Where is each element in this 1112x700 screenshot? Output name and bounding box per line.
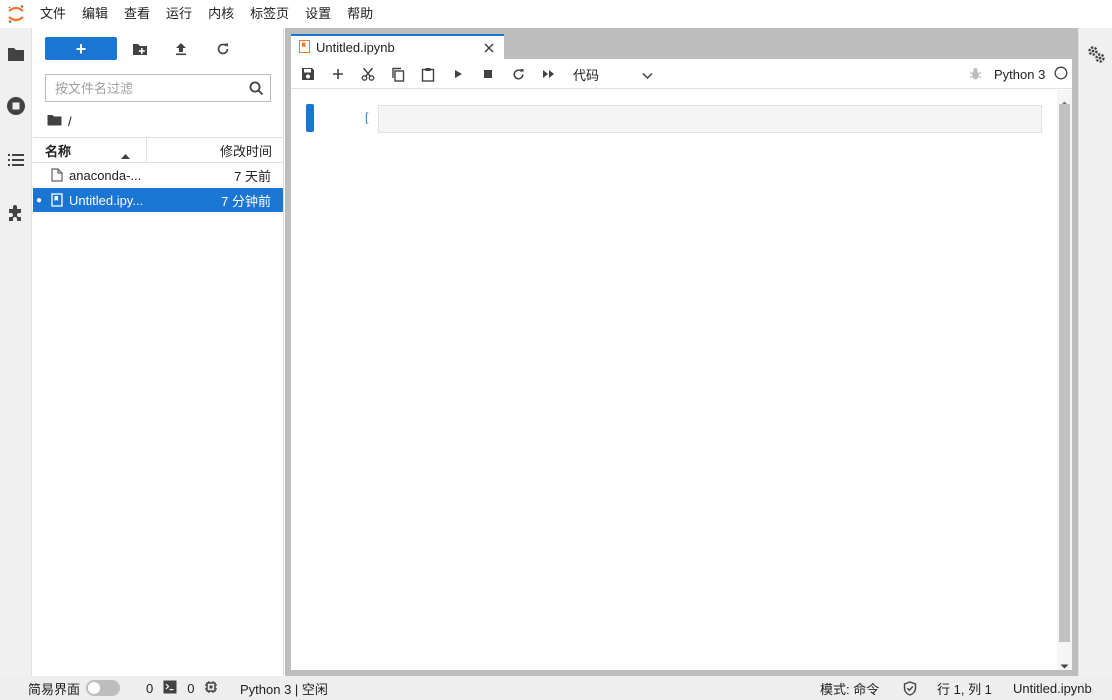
code-cell[interactable]: [ ]: bbox=[306, 104, 1042, 134]
column-header-name[interactable]: 名称 bbox=[33, 138, 147, 162]
tab-untitled-ipynb[interactable]: Untitled.ipynb bbox=[291, 34, 504, 59]
jupyter-logo-icon bbox=[0, 0, 32, 28]
upload-icon bbox=[176, 43, 186, 56]
copy-icon[interactable] bbox=[386, 63, 410, 85]
new-folder-icon bbox=[133, 44, 147, 55]
fast-forward-icon[interactable] bbox=[536, 63, 560, 85]
cell-collapser[interactable] bbox=[306, 104, 314, 132]
refresh-icon bbox=[217, 43, 229, 55]
menu-file[interactable]: 文件 bbox=[32, 0, 74, 28]
cell-editor[interactable] bbox=[378, 105, 1042, 133]
notebook-icon bbox=[47, 193, 67, 207]
terminal-count: 0 bbox=[146, 680, 154, 696]
run-icon[interactable] bbox=[446, 63, 470, 85]
new-launcher-label: + bbox=[75, 38, 87, 59]
menu-tabs[interactable]: 标签页 bbox=[242, 0, 297, 28]
extension-puzzle-icon[interactable] bbox=[0, 197, 32, 229]
running-indicator: ● bbox=[35, 194, 43, 206]
new-launcher-button[interactable]: + bbox=[45, 37, 117, 60]
menu-view[interactable]: 查看 bbox=[116, 0, 158, 28]
tab-label: Untitled.ipynb bbox=[316, 40, 395, 55]
file-icon bbox=[47, 168, 67, 182]
sort-ascending-icon bbox=[121, 147, 130, 162]
file-filter-box bbox=[45, 74, 271, 102]
file-modified: 7 天前 bbox=[234, 168, 271, 184]
file-filter-input[interactable] bbox=[46, 75, 236, 101]
simple-mode-label: 简易界面 bbox=[28, 681, 81, 697]
home-folder-icon[interactable] bbox=[47, 114, 62, 129]
notebook-panel: 代码 Python 3 [ ]: bbox=[291, 59, 1072, 670]
running-terminals[interactable]: 0 0 bbox=[146, 676, 218, 700]
simple-mode-toggle[interactable] bbox=[86, 680, 121, 696]
scrollbar-thumb[interactable] bbox=[1059, 104, 1070, 642]
cell-type-value: 代码 bbox=[573, 67, 600, 83]
search-icon[interactable] bbox=[249, 81, 264, 99]
notebook-toolbar: 代码 Python 3 bbox=[291, 59, 1072, 89]
notebook-tab-icon bbox=[299, 39, 310, 56]
save-icon[interactable] bbox=[296, 63, 320, 85]
menu-run[interactable]: 运行 bbox=[158, 0, 200, 28]
menu-edit[interactable]: 编辑 bbox=[74, 0, 116, 28]
restart-icon[interactable] bbox=[506, 63, 530, 85]
trusted-shield-icon[interactable] bbox=[903, 676, 917, 700]
upload-button[interactable] bbox=[168, 37, 194, 61]
table-of-contents-icon[interactable] bbox=[0, 144, 32, 176]
file-row-selected[interactable]: ● Untitled.ipy... 7 分钟前 bbox=[33, 188, 283, 212]
file-name: anaconda-... bbox=[69, 167, 142, 183]
cut-icon[interactable] bbox=[356, 63, 380, 85]
breadcrumb-root[interactable]: / bbox=[68, 114, 72, 129]
current-file-name: Untitled.ipynb bbox=[1013, 680, 1092, 696]
left-sidebar-tabs bbox=[0, 28, 32, 676]
menubar: 文件 编辑 查看 运行 内核 标签页 设置 帮助 bbox=[0, 0, 1112, 28]
kernel-chip-icon bbox=[204, 680, 218, 697]
stop-icon[interactable] bbox=[476, 63, 500, 85]
menu-kernel[interactable]: 内核 bbox=[200, 0, 242, 28]
folder-icon[interactable] bbox=[0, 38, 32, 70]
file-modified: 7 分钟前 bbox=[221, 193, 271, 209]
file-name: Untitled.ipy... bbox=[69, 192, 144, 208]
menu-help[interactable]: 帮助 bbox=[339, 0, 381, 28]
new-folder-button[interactable] bbox=[127, 37, 153, 61]
scrollbar[interactable] bbox=[1057, 90, 1072, 670]
main-dock-area: Untitled.ipynb 代码 Python 3 [ bbox=[285, 28, 1078, 676]
file-row[interactable]: anaconda-... 7 天前 bbox=[33, 163, 283, 187]
kernel-idle-circle-icon bbox=[1054, 66, 1068, 83]
scroll-down-arrow-icon[interactable] bbox=[1060, 658, 1069, 673]
breadcrumb: / bbox=[47, 112, 72, 130]
right-sidebar-tabs bbox=[1078, 28, 1112, 676]
running-stop-icon[interactable] bbox=[0, 90, 32, 122]
kernel-name[interactable]: Python 3 bbox=[994, 67, 1045, 82]
statusbar: 简易界面 0 0 Python 3 | 空闲 模式: 命令 行 1, 列 1 U… bbox=[0, 676, 1112, 700]
chevron-down-icon bbox=[642, 68, 653, 83]
kernel-status-text[interactable]: Python 3 | 空闲 bbox=[240, 676, 328, 700]
cursor-position[interactable]: 行 1, 列 1 bbox=[937, 676, 992, 700]
paste-icon[interactable] bbox=[416, 63, 440, 85]
cell-type-select[interactable]: 代码 bbox=[573, 64, 653, 84]
simple-mode-switch[interactable]: 简易界面 bbox=[28, 676, 121, 700]
notebook-content: [ ]: bbox=[291, 90, 1072, 670]
notebook-mode: 模式: 命令 bbox=[820, 681, 880, 697]
refresh-button[interactable] bbox=[210, 37, 236, 61]
insert-cell-icon[interactable] bbox=[326, 63, 350, 85]
debugger-bug-icon[interactable] bbox=[963, 63, 987, 85]
menu-settings[interactable]: 设置 bbox=[297, 0, 339, 28]
property-inspector-gears-icon[interactable] bbox=[1080, 38, 1112, 70]
file-browser: + / 名称 修改时间 ana bbox=[33, 28, 284, 676]
column-header-modified[interactable]: 修改时间 bbox=[147, 138, 284, 162]
terminal-icon bbox=[163, 680, 177, 697]
close-icon[interactable] bbox=[478, 37, 500, 59]
file-list-header: 名称 修改时间 bbox=[33, 137, 284, 163]
kernel-count: 0 bbox=[187, 680, 195, 696]
